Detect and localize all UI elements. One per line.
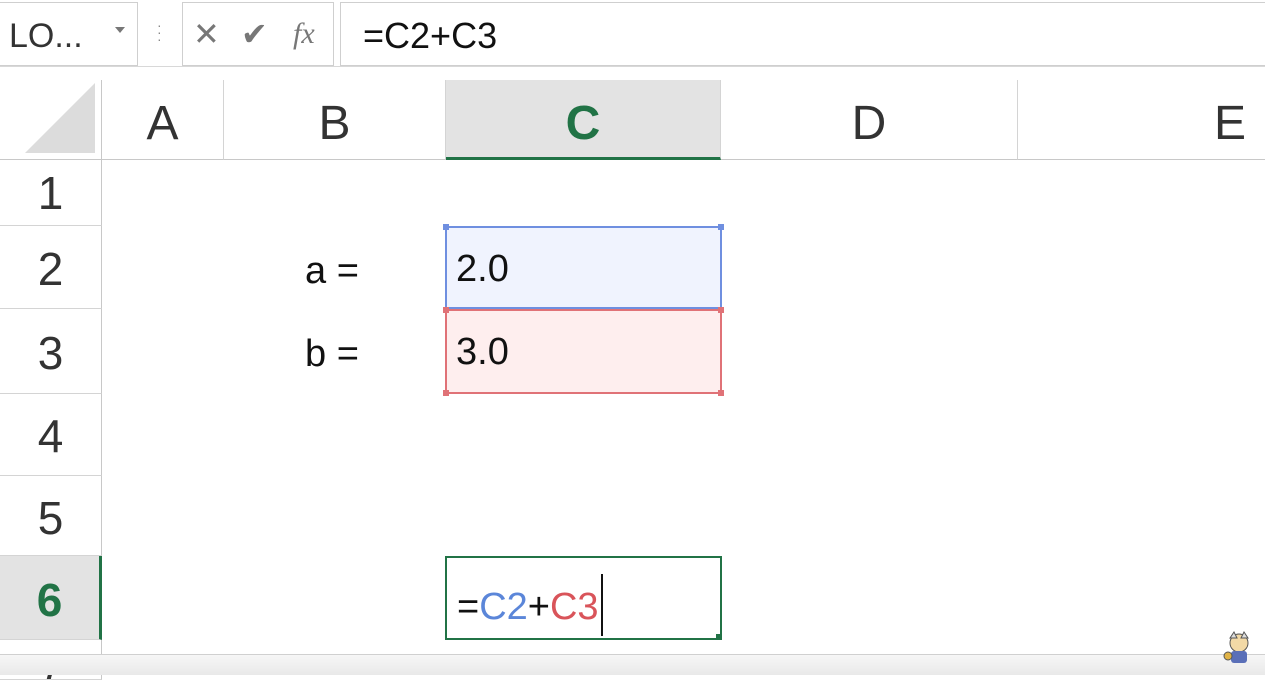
- row-header-6[interactable]: 6: [0, 556, 102, 640]
- insert-function-icon[interactable]: fx: [293, 17, 315, 51]
- bottom-edge: [0, 654, 1265, 675]
- row-header-1[interactable]: 1: [0, 160, 102, 226]
- select-all-triangle-icon: [25, 83, 95, 153]
- row-header-3[interactable]: 3: [0, 309, 102, 394]
- text-caret: [600, 574, 603, 636]
- name-box[interactable]: LO...: [0, 2, 138, 66]
- ref-c3-corner-handle[interactable]: [443, 307, 449, 313]
- cell-c3-value: 3.0: [456, 331, 509, 373]
- cell-editor[interactable]: =C2+C3: [457, 574, 603, 640]
- column-header-c[interactable]: C: [446, 80, 721, 160]
- chevron-down-icon[interactable]: [115, 27, 125, 33]
- row-header-2[interactable]: 2: [0, 226, 102, 309]
- cell-b3[interactable]: b =: [305, 333, 359, 376]
- column-header-a[interactable]: A: [102, 80, 224, 160]
- fill-handle[interactable]: [716, 634, 722, 640]
- editor-ref-c2: C2: [479, 586, 528, 629]
- cell-c2-value: 2.0: [456, 248, 509, 290]
- formula-buttons: ✕ ✔ fx: [182, 2, 334, 66]
- editor-equals: =: [457, 586, 480, 629]
- ref-c3-corner-handle[interactable]: [718, 307, 724, 313]
- spreadsheet-grid: A B C D E 1 2 3 4 5 6 7 a = b = 2.0 3.0 …: [0, 80, 1265, 680]
- ref-c2-corner-handle[interactable]: [718, 224, 724, 230]
- cell-b2[interactable]: a =: [305, 250, 359, 293]
- editor-plus: +: [527, 586, 550, 629]
- ref-c2-corner-handle[interactable]: [443, 224, 449, 230]
- column-header-d[interactable]: D: [721, 80, 1018, 160]
- column-header-b[interactable]: B: [224, 80, 446, 160]
- cell-c3-reference-highlight[interactable]: 3.0: [445, 309, 722, 394]
- select-all-button[interactable]: [0, 80, 102, 160]
- column-header-e[interactable]: E: [1018, 80, 1265, 160]
- name-box-value: LO...: [9, 17, 83, 55]
- formula-bar: LO... · · · ✕ ✔ fx =C2+C3: [0, 0, 1265, 67]
- mascot-logo-icon: [1223, 631, 1249, 663]
- formula-input[interactable]: =C2+C3: [340, 2, 1265, 66]
- grip-icon[interactable]: · · ·: [157, 18, 162, 46]
- editor-ref-c3: C3: [549, 586, 599, 629]
- cell-c2-reference-highlight[interactable]: 2.0: [445, 226, 722, 309]
- ref-c3-corner-handle[interactable]: [718, 390, 724, 396]
- row-header-5[interactable]: 5: [0, 476, 102, 556]
- active-cell-c6[interactable]: =C2+C3: [445, 556, 722, 640]
- cancel-icon[interactable]: ✕: [193, 15, 220, 53]
- row-header-4[interactable]: 4: [0, 394, 102, 476]
- enter-check-icon[interactable]: ✔: [241, 15, 268, 53]
- formula-text: =C2+C3: [363, 15, 498, 56]
- ref-c3-corner-handle[interactable]: [443, 390, 449, 396]
